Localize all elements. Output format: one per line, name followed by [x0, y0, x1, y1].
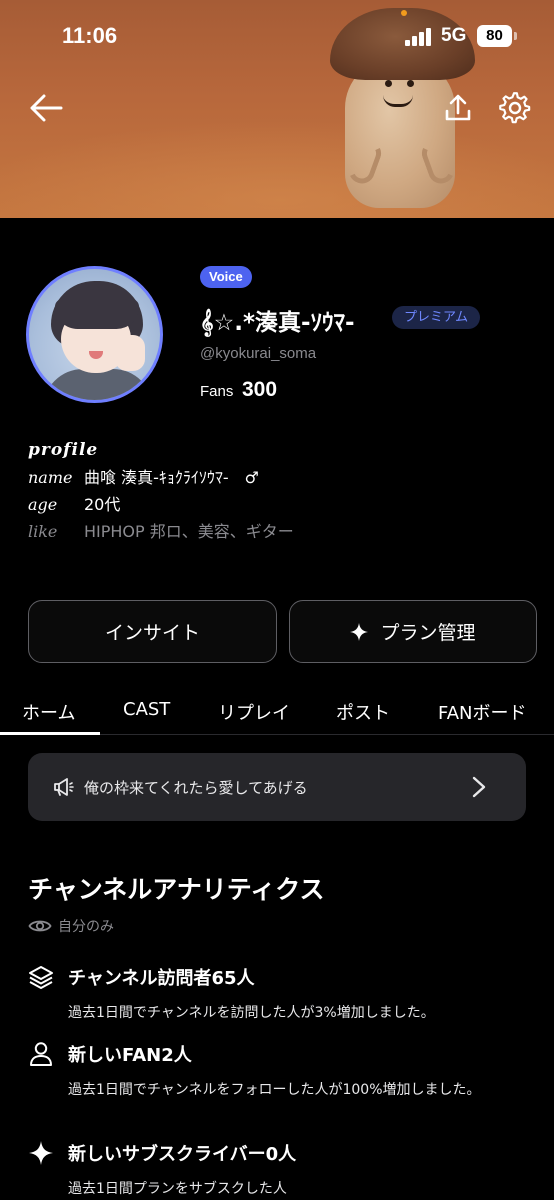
sparkle-icon — [28, 1140, 54, 1166]
stat-description: 過去1日間でチャンネルを訪問した人が3%増加しました。 — [68, 1005, 435, 1021]
settings-button[interactable] — [496, 89, 534, 127]
stat-heading: 新しいサブスクライバー0人 — [68, 1144, 297, 1165]
mushroom-figure-body — [345, 58, 455, 208]
status-bar: 11:06 5G 80 — [0, 0, 554, 70]
insight-button[interactable]: インサイト — [28, 600, 277, 663]
bio-key: like — [28, 522, 58, 541]
layers-icon — [28, 964, 54, 990]
avatar-shirt — [43, 369, 153, 400]
tab-home[interactable]: ホーム — [22, 699, 75, 725]
insight-button-label: インサイト — [104, 622, 200, 644]
display-name: 𝄞☆.*湊真-ｿｳﾏ- — [200, 310, 355, 336]
avatar-hand — [115, 335, 145, 371]
tab-replay[interactable]: リプレイ — [218, 699, 290, 725]
back-button[interactable] — [26, 88, 66, 128]
bio-key: age — [28, 495, 58, 514]
bio-row-name: name 曲喰 湊真-ｷｮｸﾗｲｿｳﾏ- ♂ — [28, 464, 528, 491]
status-time: 11:06 — [62, 23, 118, 48]
stat-description: 過去1日間でチャンネルをフォローした人が100%増加しました。 — [68, 1082, 481, 1098]
analytics-title: チャンネルアナリティクス — [28, 875, 325, 904]
stat-new-fans: 新しいFAN2人 — [28, 1041, 192, 1067]
avatar[interactable] — [26, 266, 163, 403]
announcement-text: 俺の枠来てくれたら愛してあげる — [84, 778, 308, 797]
bio-value: HIPHOP 邦ロ、美容、ギター — [84, 522, 294, 541]
plan-button-label: プラン管理 — [380, 622, 476, 644]
person-icon — [28, 1041, 54, 1067]
announcement-banner[interactable]: 俺の枠来てくれたら愛してあげる — [28, 753, 526, 821]
gear-icon — [499, 92, 531, 124]
banner-glow — [0, 120, 554, 218]
fans-label: Fans — [200, 383, 234, 400]
plan-management-button[interactable]: プラン管理 — [289, 600, 537, 663]
share-icon — [445, 94, 471, 121]
sparkle-icon — [350, 622, 369, 641]
signal-icon — [405, 28, 433, 46]
premium-badge: プレミアム — [392, 306, 481, 329]
battery-icon: 80 — [477, 25, 512, 47]
stat-description: 過去1日間プランをサブスクした人 — [68, 1181, 287, 1197]
battery-tip — [514, 32, 517, 40]
avatar-fringe — [55, 299, 139, 329]
bio-value: 20代 — [84, 495, 121, 514]
mushroom-eye — [385, 80, 392, 87]
bio-row-age: age 20代 — [28, 491, 528, 518]
privacy-indicator-dot — [401, 10, 407, 16]
user-handle: @kyokurai_soma — [200, 345, 317, 362]
megaphone-icon — [54, 778, 74, 796]
tab-fan-board[interactable]: FANボード — [438, 699, 526, 725]
bio-value: 曲喰 湊真-ｷｮｸﾗｲｿｳﾏ- ♂ — [84, 468, 259, 487]
fans-count[interactable]: 300 — [242, 378, 277, 402]
tab-post[interactable]: ポスト — [336, 699, 390, 725]
arrow-left-icon — [30, 94, 63, 122]
bio-title: profile — [28, 440, 99, 460]
share-button[interactable] — [440, 90, 476, 126]
mushroom-eye — [407, 80, 414, 87]
visibility-label: 自分のみ — [58, 919, 114, 935]
visibility-indicator: 自分のみ — [28, 916, 114, 936]
profile-bio: profile name 曲喰 湊真-ｷｮｸﾗｲｿｳﾏ- ♂ age 20代 l… — [28, 440, 528, 545]
tab-cast[interactable]: CAST — [123, 699, 170, 720]
stat-visitors: チャンネル訪問者65人 — [28, 964, 255, 990]
network-type: 5G — [441, 25, 467, 46]
eye-icon — [28, 920, 52, 932]
stat-new-subscribers: 新しいサブスクライバー0人 — [28, 1140, 296, 1166]
bio-key: name — [28, 468, 73, 487]
bio-row-like: like HIPHOP 邦ロ、美容、ギター — [28, 518, 528, 545]
stat-heading: 新しいFAN2人 — [68, 1045, 192, 1066]
chevron-right-icon — [472, 776, 486, 798]
active-tab-indicator — [0, 732, 100, 735]
stat-heading: チャンネル訪問者65人 — [68, 968, 255, 989]
profile-tabs: ホーム CAST リプレイ ポスト FANボード — [0, 693, 554, 735]
voice-badge: Voice — [200, 266, 252, 288]
